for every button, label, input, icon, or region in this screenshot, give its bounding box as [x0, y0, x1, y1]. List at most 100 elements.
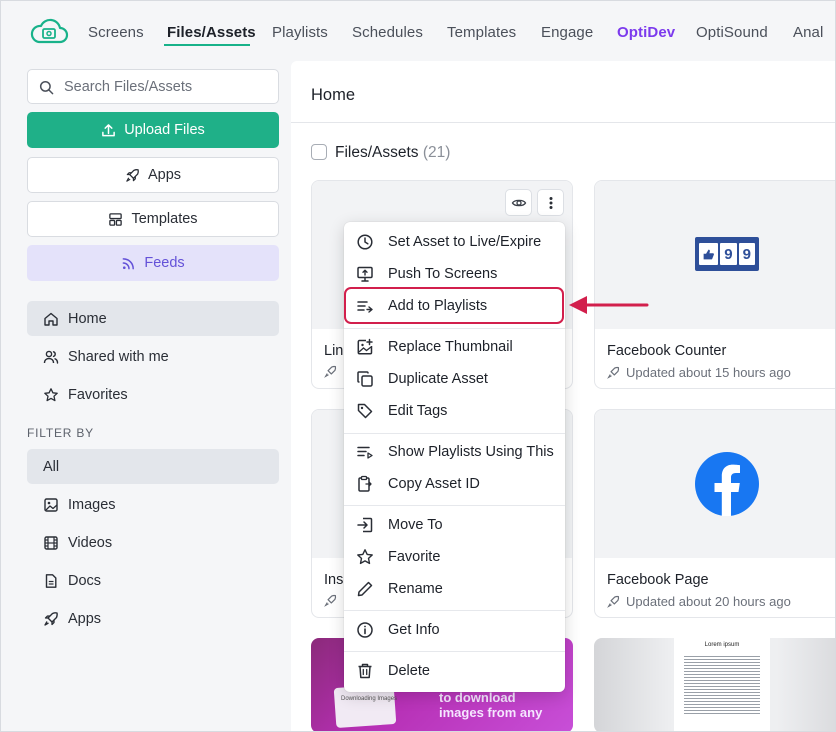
monitor-push-icon: [357, 266, 373, 282]
upload-files-label: Upload Files: [124, 122, 205, 138]
search-input[interactable]: [64, 70, 274, 103]
section-title: Files/Assets (21): [335, 144, 450, 162]
page-title: Home: [311, 86, 356, 104]
header-divider: [291, 122, 835, 123]
filter-all[interactable]: All: [27, 449, 279, 484]
nav-files-assets[interactable]: Files/Assets: [167, 24, 256, 41]
menu-separator: [344, 433, 565, 434]
tag-icon: [357, 403, 373, 419]
menu-item-label: Delete: [388, 663, 430, 679]
asset-title: Ins: [324, 572, 344, 588]
rocket-icon: [607, 595, 620, 608]
asset-updated: Updated about 15 hours ago: [626, 365, 791, 380]
upload-icon: [102, 123, 116, 136]
asset-count: (21): [422, 144, 451, 161]
nav-engage[interactable]: Engage: [541, 24, 593, 41]
nav-optisound[interactable]: OptiSound: [696, 24, 768, 41]
filter-docs[interactable]: Docs: [27, 563, 279, 598]
asset-subtitle: [324, 365, 343, 378]
nav-screens[interactable]: Screens: [88, 24, 144, 41]
promo-small-text: Downloading Images: [341, 696, 398, 702]
app-window: Screens Files/Assets Playlists Schedules…: [0, 0, 836, 732]
asset-thumbnail: [595, 410, 835, 558]
asset-card[interactable]: Facebook Page Updated about 20 hours ago: [594, 409, 835, 618]
menu-item-label: Set Asset to Live/Expire: [388, 234, 542, 250]
asset-subtitle: Updated about 20 hours ago: [607, 594, 791, 609]
cloud-logo-icon[interactable]: [29, 15, 69, 49]
rocket-icon: [324, 594, 337, 607]
document-preview: Lorem ipsum: [674, 638, 770, 731]
asset-subtitle: Updated about 15 hours ago: [607, 365, 791, 380]
menu-item-move-to[interactable]: Move To: [344, 510, 565, 540]
star-icon: [357, 549, 373, 565]
star-icon: [44, 387, 58, 401]
search-box: [27, 69, 279, 104]
home-icon: [44, 312, 58, 326]
document-preview-title: Lorem ipsum: [704, 642, 740, 648]
preview-button[interactable]: [505, 189, 532, 216]
facebook-logo-icon: [695, 452, 759, 516]
menu-item-copy-asset-id[interactable]: Copy Asset ID: [344, 469, 565, 499]
apps-button[interactable]: Apps: [27, 157, 279, 193]
asset-card[interactable]: 9 9 Facebook Counter Updated about 15 ho…: [594, 180, 835, 389]
eye-icon: [511, 199, 526, 206]
filter-videos[interactable]: Videos: [27, 525, 279, 560]
promo-text: to download images from any: [439, 690, 543, 720]
info-icon: [357, 622, 373, 638]
template-icon: [109, 212, 123, 226]
filter-images[interactable]: Images: [27, 487, 279, 522]
menu-item-label: Push To Screens: [388, 266, 498, 282]
asset-title: Facebook Counter: [607, 343, 727, 359]
feeds-button[interactable]: Feeds: [27, 245, 279, 281]
nav-templates[interactable]: Templates: [447, 24, 516, 41]
menu-item-push-to-screens[interactable]: Push To Screens: [344, 259, 565, 289]
select-all-checkbox[interactable]: [311, 144, 327, 160]
nav-playlists[interactable]: Playlists: [272, 24, 328, 41]
sidebar-item-label: Home: [68, 310, 107, 327]
sidebar-item-favorites[interactable]: Favorites: [27, 377, 279, 412]
menu-item-show-playlists[interactable]: Show Playlists Using This: [344, 437, 565, 467]
document-icon: [45, 573, 57, 588]
active-tab-underline: [164, 44, 250, 46]
pencil-icon: [357, 581, 373, 597]
menu-item-favorite[interactable]: Favorite: [344, 542, 565, 572]
vertical-dots-icon: [549, 196, 552, 209]
templates-button[interactable]: Templates: [27, 201, 279, 237]
clipboard-icon: [358, 475, 372, 492]
sidebar-item-label: Shared with me: [68, 348, 169, 365]
menu-item-delete[interactable]: Delete: [344, 656, 565, 686]
filter-label: All: [43, 458, 60, 475]
menu-item-label: Move To: [388, 517, 443, 533]
sidebar-item-shared[interactable]: Shared with me: [27, 339, 279, 374]
menu-item-label: Show Playlists Using This: [388, 444, 554, 460]
asset-updated: Updated about 20 hours ago: [626, 594, 791, 609]
image-add-icon: [357, 338, 373, 355]
asset-card[interactable]: Lorem ipsum: [594, 638, 835, 731]
rss-icon: [122, 257, 135, 269]
menu-item-replace-thumbnail[interactable]: Replace Thumbnail: [344, 332, 565, 362]
nav-analytics[interactable]: Anal: [793, 24, 823, 41]
users-icon: [43, 350, 59, 364]
menu-separator: [344, 651, 565, 652]
playlist-play-icon: [357, 446, 373, 459]
section-label: Files/Assets: [335, 144, 419, 161]
filter-apps[interactable]: Apps: [27, 601, 279, 636]
menu-item-rename[interactable]: Rename: [344, 574, 565, 604]
rocket-icon: [126, 168, 139, 182]
menu-item-get-info[interactable]: Get Info: [344, 615, 565, 645]
document-preview-lines: [684, 654, 760, 714]
nav-schedules[interactable]: Schedules: [352, 24, 423, 41]
more-options-button[interactable]: [537, 189, 564, 216]
nav-optidev[interactable]: OptiDev: [617, 24, 675, 41]
menu-separator: [344, 328, 565, 329]
asset-thumbnail: Lorem ipsum: [594, 638, 835, 731]
filter-label: Images: [68, 496, 116, 513]
top-navigation: Screens Files/Assets Playlists Schedules…: [1, 1, 835, 61]
menu-item-edit-tags[interactable]: Edit Tags: [344, 396, 565, 426]
filter-label: Apps: [68, 610, 102, 627]
menu-item-duplicate-asset[interactable]: Duplicate Asset: [344, 364, 565, 394]
upload-files-button[interactable]: Upload Files: [27, 112, 279, 148]
menu-item-label: Duplicate Asset: [388, 371, 488, 387]
sidebar-item-home[interactable]: Home: [27, 301, 279, 336]
menu-item-set-live-expire[interactable]: Set Asset to Live/Expire: [344, 227, 565, 257]
